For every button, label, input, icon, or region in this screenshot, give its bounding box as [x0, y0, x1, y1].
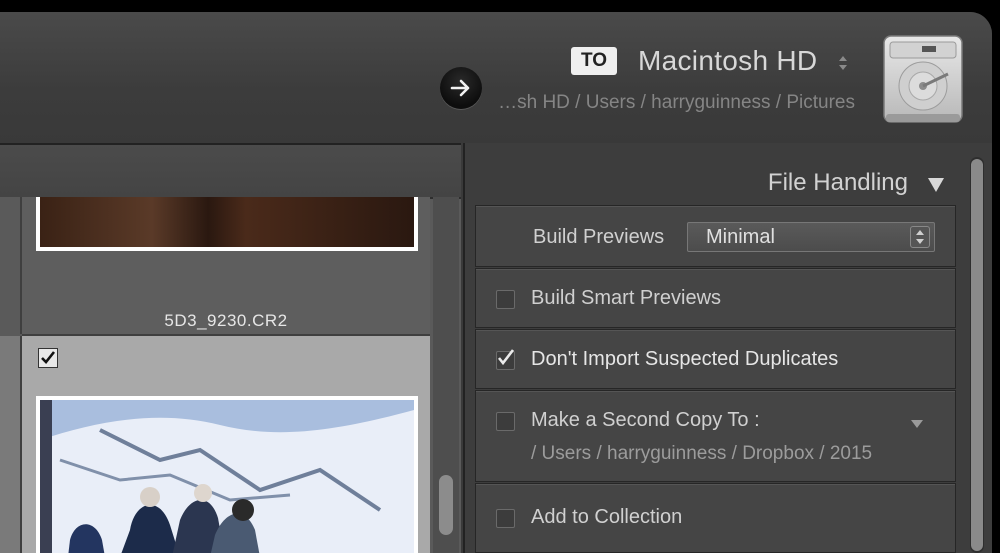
second-copy-row[interactable]: Make a Second Copy To : / Users / harryg…	[475, 390, 956, 482]
up-down-arrows-icon	[916, 230, 924, 244]
panel-scrollbar-thumb[interactable]	[971, 159, 983, 551]
hard-drive-icon	[883, 35, 963, 123]
dont-import-duplicates-label: Don't Import Suspected Duplicates	[531, 348, 839, 370]
grid-cell[interactable]	[0, 197, 22, 334]
build-previews-select[interactable]: Minimal	[687, 222, 935, 252]
grid-cell[interactable]	[0, 336, 22, 553]
checkmark-icon	[41, 351, 56, 364]
destination-path: …sh HD / Users / harryguinness / Picture…	[498, 92, 855, 113]
panel-title[interactable]: File Handling	[768, 169, 908, 197]
second-copy-label: Make a Second Copy To :	[531, 409, 760, 431]
thumbnail-filename: 5D3_9230.CR2	[164, 311, 288, 330]
grid-cell-selected[interactable]	[22, 336, 430, 553]
destination-title[interactable]: Macintosh HD	[638, 45, 817, 77]
thumbnail-grid: 5D3_9230.CR2	[0, 143, 461, 553]
second-copy-path[interactable]: / Users / harryguinness / Dropbox / 2015	[531, 443, 872, 465]
build-smart-previews-checkbox[interactable]	[496, 290, 515, 309]
destination-header: TO Macintosh HD …sh HD / Users / harrygu…	[0, 12, 992, 143]
grid-cell[interactable]: 5D3_9230.CR2	[22, 197, 430, 336]
dropdown-triangle-icon[interactable]	[910, 419, 924, 429]
up-down-arrows-icon[interactable]	[838, 54, 848, 72]
add-to-collection-row[interactable]: Add to Collection	[475, 483, 956, 553]
grid-toolbar	[0, 143, 461, 199]
grid-scrollbar-thumb[interactable]	[439, 475, 453, 535]
file-handling-panel: File Handling Build Previews Minimal Bui…	[463, 143, 992, 553]
import-window: TO Macintosh HD …sh HD / Users / harrygu…	[0, 12, 992, 553]
build-smart-previews-row[interactable]: Build Smart Previews	[475, 268, 956, 328]
photo-image	[40, 197, 414, 247]
build-smart-previews-label: Build Smart Previews	[531, 287, 722, 309]
thumbnail-checkbox[interactable]	[38, 348, 58, 368]
second-copy-checkbox[interactable]	[496, 412, 515, 431]
photo-image	[40, 400, 414, 553]
select-stepper	[910, 226, 930, 248]
panel-scrollbar[interactable]	[970, 157, 984, 553]
build-previews-label: Build Previews	[533, 226, 665, 248]
build-previews-value: Minimal	[706, 226, 775, 248]
photo-thumbnail[interactable]	[36, 197, 418, 251]
checkmark-icon	[497, 349, 514, 366]
photo-thumbnail[interactable]	[36, 396, 418, 553]
import-arrow-button[interactable]	[440, 67, 482, 109]
dont-import-duplicates-row[interactable]: Don't Import Suspected Duplicates	[475, 329, 956, 389]
add-to-collection-checkbox[interactable]	[496, 509, 515, 528]
to-badge: TO	[571, 47, 617, 75]
arrow-right-icon	[450, 79, 470, 97]
grid-scrollbar[interactable]	[433, 197, 459, 553]
dont-import-duplicates-checkbox[interactable]	[496, 349, 515, 370]
build-previews-row: Build Previews Minimal	[475, 205, 956, 267]
collapse-triangle-icon[interactable]	[927, 177, 945, 193]
add-to-collection-label: Add to Collection	[531, 506, 683, 528]
